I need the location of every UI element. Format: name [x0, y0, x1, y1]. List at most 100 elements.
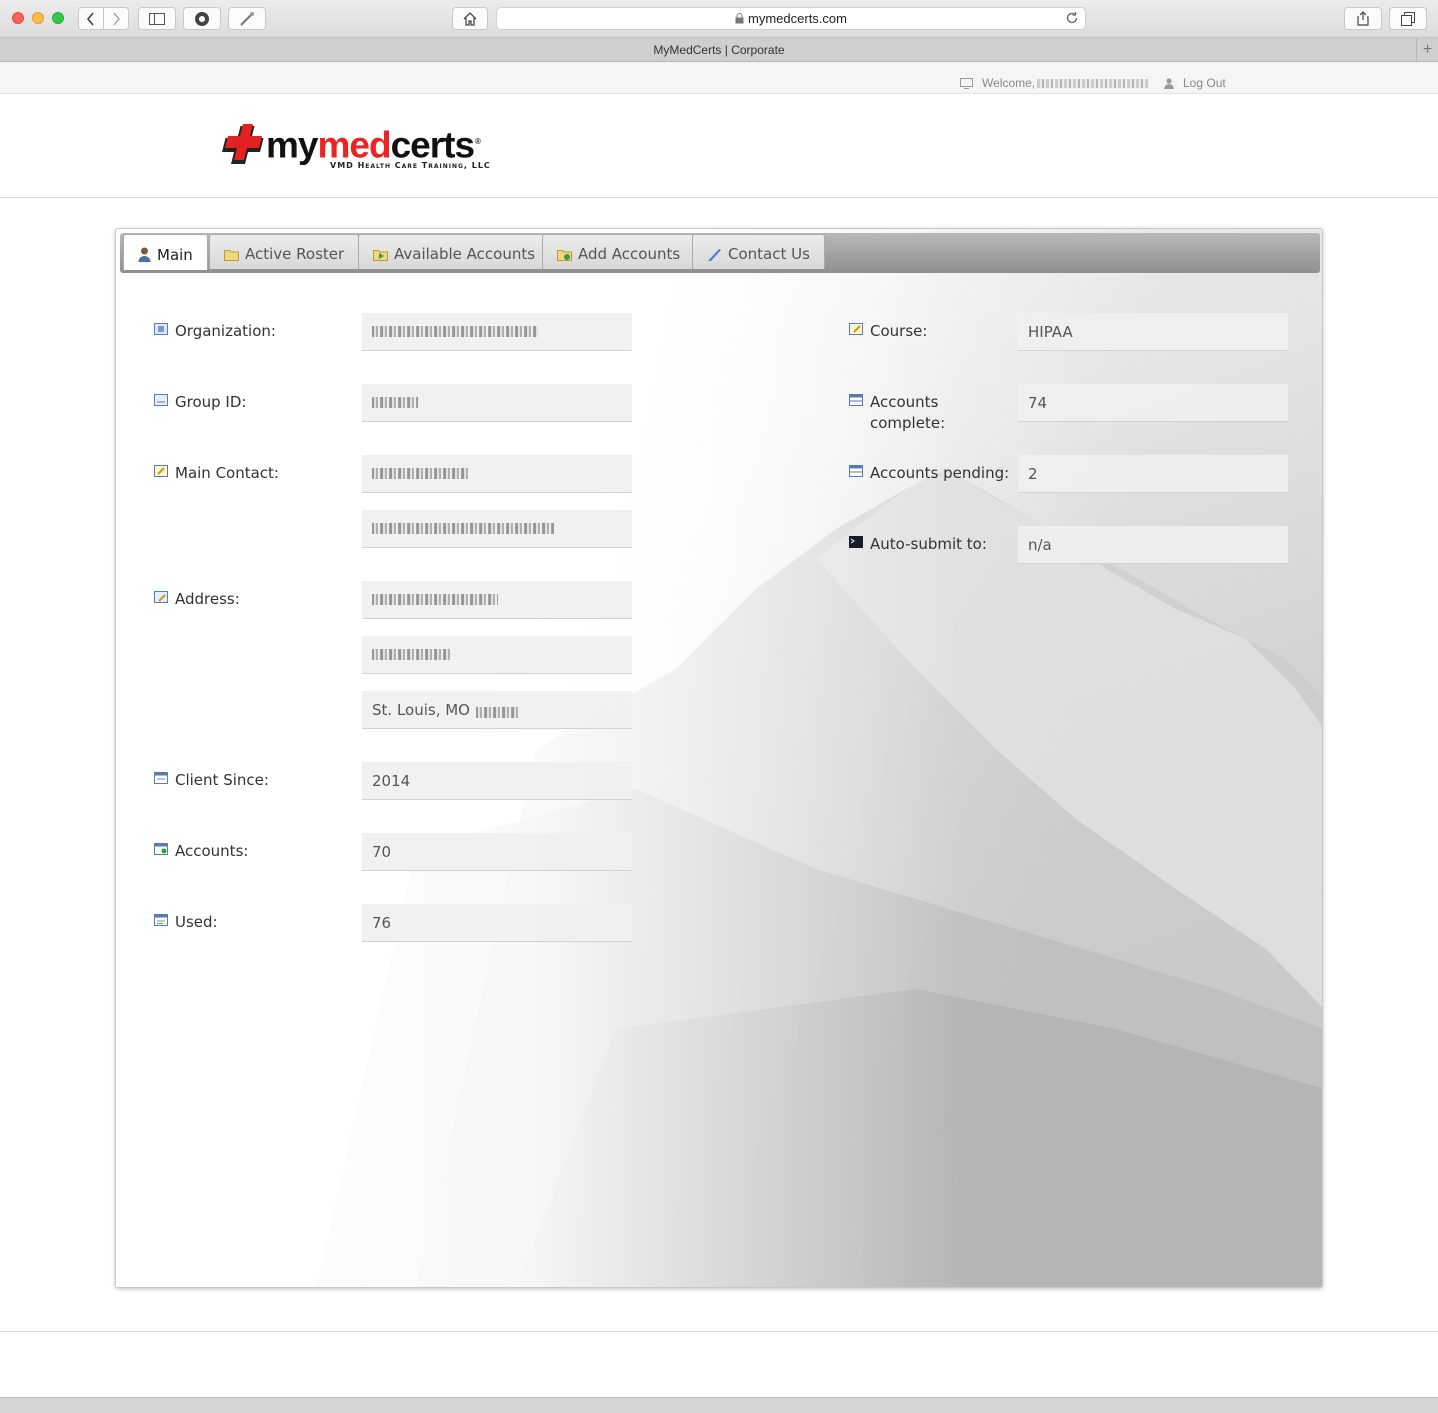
accounts-complete-field: 74 — [1018, 384, 1288, 422]
auto-submit-label: Auto-submit to: — [849, 534, 987, 555]
group-id-field — [362, 384, 632, 422]
home-button[interactable] — [452, 7, 488, 30]
tab-main[interactable]: Main — [123, 234, 208, 270]
home-icon — [463, 11, 477, 26]
client-since-label: Client Since: — [154, 770, 269, 791]
registered-mark: ® — [475, 137, 481, 146]
address-bar[interactable]: mymedcerts.com — [496, 7, 1086, 30]
welcome-area: Welcome, — [960, 76, 1157, 90]
chevron-right-icon — [113, 11, 121, 26]
address-line2-field — [362, 636, 632, 674]
terminal-icon — [849, 536, 863, 548]
new-tab-button[interactable]: + — [1416, 38, 1438, 61]
used-value: 76 — [372, 913, 392, 932]
course-label: Course: — [849, 321, 927, 342]
browser-tab[interactable]: MyMedCerts | Corporate + — [0, 38, 1438, 62]
user-icon — [1164, 77, 1174, 89]
auto-submit-field: n/a — [1018, 526, 1288, 564]
redacted-username — [1037, 78, 1150, 88]
client-since-value: 2014 — [372, 771, 411, 790]
accounts-field: 70 — [362, 833, 632, 871]
site-logo[interactable]: mymedcerts® VMD Health Care Training, LL… — [218, 124, 491, 170]
logout-label: Log Out — [1183, 76, 1226, 90]
footer-divider — [0, 1331, 1438, 1332]
group-id-label: Group ID: — [154, 392, 246, 413]
extension-button[interactable] — [228, 7, 266, 30]
browser-tab-title: MyMedCerts | Corporate — [653, 42, 785, 57]
forward-button[interactable] — [103, 7, 129, 30]
tab-add-accounts[interactable]: Add Accounts — [542, 234, 696, 269]
tab-add-accounts-label: Add Accounts — [578, 245, 681, 263]
course-value: HIPAA — [1028, 322, 1073, 341]
shield-icon — [195, 11, 209, 26]
reload-icon[interactable] — [1065, 11, 1079, 25]
course-field: HIPAA — [1018, 313, 1288, 351]
course-icon — [849, 323, 863, 335]
sidebar-icon — [149, 12, 165, 25]
tabs-overview-button[interactable] — [1389, 7, 1427, 30]
used-field: 76 — [362, 904, 632, 942]
organization-label: Organization: — [154, 321, 276, 342]
welcome-label: Welcome, — [982, 76, 1036, 90]
redacted-contact-email — [372, 523, 554, 534]
browser-bottom-bar — [0, 1397, 1438, 1413]
minimize-window-button[interactable] — [32, 12, 44, 24]
address-label: Address: — [154, 589, 240, 610]
browser-toolbar: mymedcerts.com — [0, 0, 1438, 38]
accounts-complete-value: 74 — [1028, 393, 1048, 412]
back-button[interactable] — [78, 7, 104, 30]
accounts-value: 70 — [372, 842, 392, 861]
client-since-field: 2014 — [362, 762, 632, 800]
share-button[interactable] — [1344, 7, 1382, 30]
main-contact-name-field — [362, 455, 632, 493]
address-line1-field — [362, 581, 632, 619]
red-cross-icon — [222, 124, 264, 164]
redacted-organization — [372, 326, 538, 337]
logo-wordmark: mymedcerts® — [266, 124, 481, 166]
redacted-address-line1 — [372, 594, 498, 605]
list-icon — [154, 914, 168, 926]
wand-icon — [240, 11, 254, 26]
quill-icon — [708, 248, 721, 261]
building-icon — [154, 323, 168, 335]
tabs-icon — [1401, 11, 1415, 26]
organization-field — [362, 313, 632, 351]
close-window-button[interactable] — [12, 12, 24, 24]
table-icon — [849, 465, 863, 477]
redacted-group-id — [372, 397, 418, 408]
table-icon — [849, 394, 863, 406]
accounts-label: Accounts: — [154, 841, 248, 862]
account-strip: Welcome, Log Out — [0, 62, 1438, 94]
url-text: mymedcerts.com — [748, 11, 847, 26]
used-label: Used: — [154, 912, 218, 933]
address-card-icon — [154, 591, 168, 603]
chevron-left-icon — [86, 11, 94, 26]
tab-contact-us[interactable]: Contact Us — [692, 234, 825, 269]
address-line3-field: St. Louis, MO — [362, 691, 632, 729]
main-panel: Main Active Roster Available Accounts Ad… — [115, 228, 1323, 1288]
share-icon — [1357, 11, 1369, 26]
folder-arrow-icon — [373, 249, 388, 261]
zoom-window-button[interactable] — [52, 12, 64, 24]
main-contact-label: Main Contact: — [154, 463, 279, 484]
accounts-pending-value: 2 — [1028, 464, 1038, 483]
calendar-icon — [154, 772, 168, 784]
contact-card-icon — [154, 465, 168, 477]
main-contact-email-field — [362, 510, 632, 548]
lock-icon — [735, 13, 744, 24]
privacy-extension-button[interactable] — [183, 7, 221, 30]
tab-main-label: Main — [157, 245, 193, 264]
monitor-icon — [960, 77, 973, 89]
redacted-contact-name — [372, 468, 468, 479]
folder-icon — [224, 249, 239, 261]
logout-link[interactable]: Log Out — [1164, 76, 1226, 90]
redacted-address-line2 — [372, 649, 450, 660]
folder-add-icon — [557, 249, 572, 261]
user-icon — [138, 247, 151, 262]
tab-available-accounts[interactable]: Available Accounts — [358, 234, 551, 269]
tab-active-roster[interactable]: Active Roster — [209, 234, 360, 269]
tab-contact-us-label: Contact Us — [728, 245, 810, 263]
address-city-state: St. Louis, MO — [372, 700, 470, 719]
sidebar-toggle-button[interactable] — [138, 7, 176, 30]
logo-subtitle: VMD Health Care Training, LLC — [330, 161, 491, 171]
